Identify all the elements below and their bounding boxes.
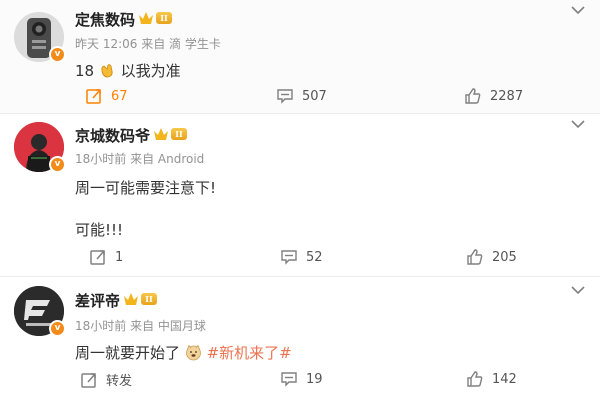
- repost-label: 转发: [106, 374, 133, 389]
- user-badges: II: [123, 292, 157, 306]
- post-card: v 定焦数码 II 昨天 12:06 来自 滴 学生卡 18 以我为准 67 5…: [0, 0, 600, 113]
- level-badge: II: [141, 293, 157, 305]
- like-count: 142: [492, 371, 517, 387]
- comment-button[interactable]: 19: [280, 370, 323, 388]
- post-card: v 京城数码爷 II 18小时前 来自 Android 周一可能需要注意下! 可…: [0, 113, 600, 276]
- chevron-down-icon[interactable]: [571, 5, 585, 15]
- thumbs-up-icon: [465, 88, 481, 104]
- post-text-suffix: 以我为准: [120, 62, 181, 80]
- thumbs-up-icon: [467, 249, 483, 265]
- like-button[interactable]: 2287: [464, 87, 523, 105]
- like-button[interactable]: 142: [466, 370, 517, 388]
- repost-button[interactable]: 67: [85, 87, 128, 105]
- comment-icon: [277, 89, 293, 104]
- verified-badge: v: [49, 320, 66, 337]
- crown-icon: [139, 12, 153, 24]
- comment-count: 52: [306, 249, 323, 265]
- post-meta: 18小时前 来自 中国月球: [75, 319, 206, 333]
- post-text: 周一就要开始了 #新机来了#: [75, 342, 292, 363]
- like-button[interactable]: 205: [466, 248, 517, 266]
- post-meta: 18小时前 来自 Android: [75, 152, 205, 166]
- repost-count: 1: [115, 249, 124, 265]
- comment-button[interactable]: 52: [280, 248, 323, 266]
- chevron-down-icon[interactable]: [571, 285, 585, 295]
- repost-button[interactable]: 1: [89, 248, 123, 266]
- comment-icon: [281, 372, 297, 387]
- post-text: 18 以我为准: [75, 60, 181, 81]
- crown-icon: [124, 293, 138, 305]
- verified-badge: v: [49, 156, 66, 173]
- repost-count: 67: [111, 88, 128, 104]
- topic-hashtag-link[interactable]: #新机来了#: [207, 344, 292, 362]
- repost-icon: [90, 250, 105, 265]
- username[interactable]: 定焦数码: [75, 9, 135, 30]
- user-badges: II: [153, 127, 187, 141]
- crown-icon: [154, 128, 168, 140]
- level-badge: II: [156, 12, 172, 24]
- chevron-down-icon[interactable]: [571, 119, 585, 129]
- comment-count: 19: [306, 371, 323, 387]
- verified-badge: v: [49, 46, 66, 63]
- like-count: 2287: [490, 88, 524, 104]
- username[interactable]: 差评帝: [75, 290, 120, 311]
- thumbs-up-icon: [467, 371, 483, 387]
- post-text-number: 18: [75, 62, 95, 80]
- repost-icon: [81, 372, 96, 388]
- post-text-body: 周一就要开始了: [75, 344, 181, 362]
- comment-button[interactable]: 507: [276, 87, 327, 105]
- clap-hands-emoji-icon: [101, 64, 113, 78]
- doge-face-emoji-icon: [185, 344, 201, 361]
- post-text-line: 周一可能需要注意下!: [75, 179, 217, 197]
- like-count: 205: [492, 249, 517, 265]
- post-meta: 昨天 12:06 来自 滴 学生卡: [75, 37, 221, 51]
- post-text-line: 可能!!!: [75, 221, 124, 239]
- comment-icon: [281, 250, 297, 265]
- user-badges: II: [138, 11, 172, 25]
- username[interactable]: 京城数码爷: [75, 125, 150, 146]
- repost-icon: [86, 89, 101, 104]
- level-badge: II: [171, 128, 187, 140]
- comment-count: 507: [302, 88, 327, 104]
- post-card: v 差评帝 II 18小时前 来自 中国月球 周一就要开始了 #新机来了# 转发…: [0, 276, 600, 414]
- repost-button[interactable]: 转发: [80, 370, 132, 389]
